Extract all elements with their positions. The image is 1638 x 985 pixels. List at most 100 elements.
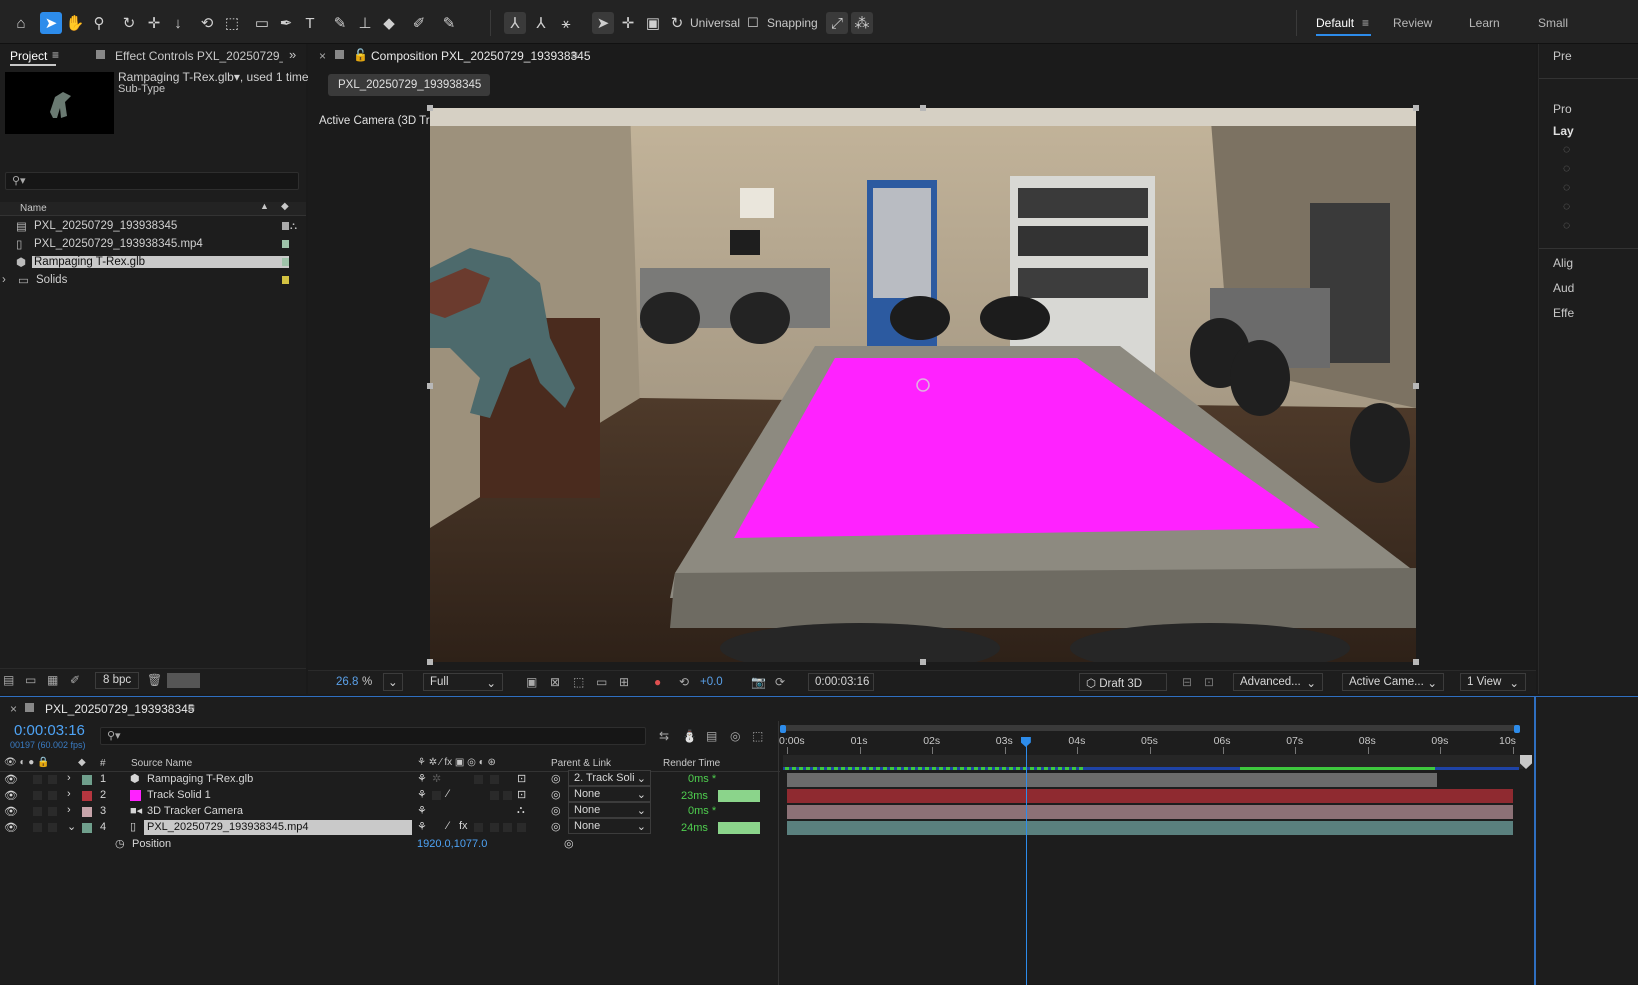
home-icon[interactable]: ⌂ (10, 12, 32, 34)
layer-bar-3[interactable] (787, 805, 1513, 819)
anchor-tool-icon[interactable]: ⬚ (221, 12, 243, 34)
zoom-tool-icon[interactable]: ⚲ (88, 12, 110, 34)
lock-toggle[interactable] (48, 807, 57, 816)
rotation-tool-icon[interactable]: ⟲ (196, 12, 218, 34)
work-area-start-handle[interactable] (780, 725, 786, 733)
view-layout-dropdown[interactable]: 1 View ⌄ (1460, 673, 1526, 691)
delete-icon[interactable]: 🗑 (147, 673, 162, 687)
camera-view-dropdown[interactable]: Active Came... ⌄ (1342, 673, 1444, 691)
brush-tool-icon[interactable]: ✎ (329, 12, 351, 34)
zoom-value[interactable]: 26.8 (336, 676, 358, 688)
color-channels-icon[interactable]: ● (654, 675, 661, 689)
switch-box[interactable] (474, 823, 483, 832)
expand-arrow-icon[interactable]: › (67, 788, 71, 800)
fast-previews-icon[interactable]: ▣ (526, 675, 537, 689)
show-snapshot-icon[interactable]: ⟳ (775, 675, 785, 689)
handle[interactable] (427, 105, 433, 111)
label-swatch[interactable] (82, 791, 92, 801)
stopwatch-icon[interactable]: ◌ (1563, 218, 1570, 232)
advanced-dropdown[interactable]: Advanced... ⌄ (1233, 673, 1323, 691)
3d-select-icon[interactable]: ➤ (592, 12, 614, 34)
close-tab-icon[interactable]: × (319, 49, 326, 63)
3d-layer-switch-icon[interactable]: ⊡ (517, 788, 526, 801)
comp-navigator-tab[interactable]: PXL_20250729_193938345 (328, 74, 490, 96)
label-swatch[interactable] (82, 775, 92, 785)
layer-row-selected[interactable]: 👁 ⌄ 4 ▯ PXL_20250729_193938345.mp4 ⚘ ⁄ f… (0, 818, 780, 836)
label-column-icon[interactable]: ◆ (281, 201, 289, 212)
pickwhip-icon[interactable]: ◎ (551, 804, 561, 817)
label-swatch[interactable] (82, 823, 92, 833)
solo-toggle[interactable] (33, 807, 42, 816)
workspace-small[interactable]: Small (1538, 16, 1568, 30)
rectangle-tool-icon[interactable]: ▭ (251, 12, 273, 34)
properties-panel-tab[interactable]: Pro (1553, 102, 1572, 116)
handle[interactable] (427, 659, 433, 665)
snapping-label[interactable]: Snapping (767, 16, 818, 30)
orbit-tool-icon[interactable]: ↻ (118, 12, 140, 34)
timecode-field[interactable]: 0:00:03:16 (808, 673, 874, 691)
parent-dropdown[interactable]: 2. Track Soli ⌄ (568, 770, 651, 786)
zoom-dropdown-icon[interactable]: ⌄ (383, 673, 403, 691)
adjust-settings-icon[interactable]: ✐ (70, 673, 80, 687)
3d-ground-plane-icon[interactable]: ⊟ (1182, 675, 1192, 689)
layer-bar-4[interactable] (787, 821, 1513, 835)
preview-panel-tab[interactable]: Pre (1553, 49, 1572, 63)
selection-tool-icon[interactable]: ➤ (40, 12, 62, 34)
draft-3d-toggle-icon[interactable]: ⛄ (682, 729, 697, 743)
snap-features-icon[interactable]: ⁂ (851, 12, 873, 34)
panel-overflow-icon[interactable]: » (289, 47, 296, 62)
property-value[interactable]: 1920.0,1077.0 (417, 838, 487, 850)
switch-box[interactable] (490, 791, 499, 800)
current-time[interactable]: 0:00:03:16 (14, 722, 85, 739)
project-search-input[interactable]: ⚲▾ (5, 172, 299, 190)
layer-name[interactable]: 3D Tracker Camera (147, 805, 243, 817)
lock-toggle[interactable] (48, 791, 57, 800)
coordinate-mode-label[interactable]: Universal (690, 16, 740, 30)
color-swatch-button[interactable] (167, 673, 200, 688)
effect-switch-icon[interactable]: fx (459, 820, 468, 832)
layer-row[interactable]: 👁 › 2 Track Solid 1 ⚘ ⁄ ⊡ ◎ None ⌄ 23ms (0, 786, 780, 804)
project-tab[interactable]: Project (10, 49, 47, 63)
effect-controls-tab[interactable]: Effect Controls PXL_20250729_1939 (115, 49, 283, 63)
shy-switch-icon[interactable]: ⚘ (417, 788, 427, 801)
expand-arrow-icon[interactable]: › (2, 274, 18, 286)
solo-toggle[interactable] (33, 791, 42, 800)
3d-layer-switch-icon[interactable]: ⊡ (517, 772, 526, 785)
layer-bar-1[interactable] (787, 773, 1437, 787)
expand-arrow-icon[interactable]: › (67, 804, 71, 816)
extended-viewer-icon[interactable]: ⊡ (1204, 675, 1214, 689)
layer-name[interactable]: Rampaging T-Rex.glb (147, 773, 253, 785)
flowchart-icon[interactable]: ⛬ (290, 221, 297, 232)
stopwatch-icon[interactable]: ◌ (1563, 199, 1570, 213)
visibility-icon[interactable]: 👁 (4, 789, 18, 802)
stopwatch-icon[interactable]: ◌ (1563, 180, 1570, 194)
3d-scale-icon[interactable]: ▣ (642, 12, 664, 34)
switch-box[interactable] (490, 775, 499, 784)
reset-exposure-icon[interactable]: ⟲ (679, 675, 689, 689)
shy-switch-icon[interactable]: ⚘ (417, 820, 427, 833)
view-axis-icon[interactable]: ⚹ (555, 12, 577, 34)
work-area-bar[interactable] (783, 725, 1519, 731)
collapse-switch-icon[interactable]: ✲ (432, 772, 441, 785)
close-tab-icon[interactable]: × (10, 702, 17, 716)
handle[interactable] (920, 105, 926, 111)
puppet-pin-icon[interactable]: ✎ (438, 12, 460, 34)
lock-icon[interactable]: 🔓 (353, 48, 368, 62)
comp-mini-flowchart-icon[interactable]: ⇆ (659, 729, 669, 743)
world-axis-icon[interactable]: ⅄ (530, 12, 552, 34)
pan-tool-icon[interactable]: ✛ (143, 12, 165, 34)
handle[interactable] (427, 383, 433, 389)
project-item-solids-folder[interactable]: › ▭ Solids (0, 271, 305, 289)
align-panel-tab[interactable]: Alig (1553, 256, 1573, 270)
audio-panel-tab[interactable]: Aud (1553, 281, 1574, 295)
new-folder-icon[interactable]: ▭ (25, 673, 36, 687)
pen-tool-icon[interactable]: ✒ (275, 12, 297, 34)
transparency-grid-icon[interactable]: ⊠ (550, 675, 560, 689)
parent-link-header[interactable]: Parent & Link (551, 758, 611, 769)
collapse-arrow-icon[interactable]: ⌄ (67, 820, 76, 833)
workspace-default[interactable]: Default (1316, 16, 1354, 30)
work-area-end-handle[interactable] (1514, 725, 1520, 733)
snapshot-icon[interactable]: 📷 (751, 675, 766, 689)
timeline-menu-icon[interactable]: ≡ (188, 701, 195, 715)
bit-depth-button[interactable]: 8 bpc (95, 672, 140, 689)
